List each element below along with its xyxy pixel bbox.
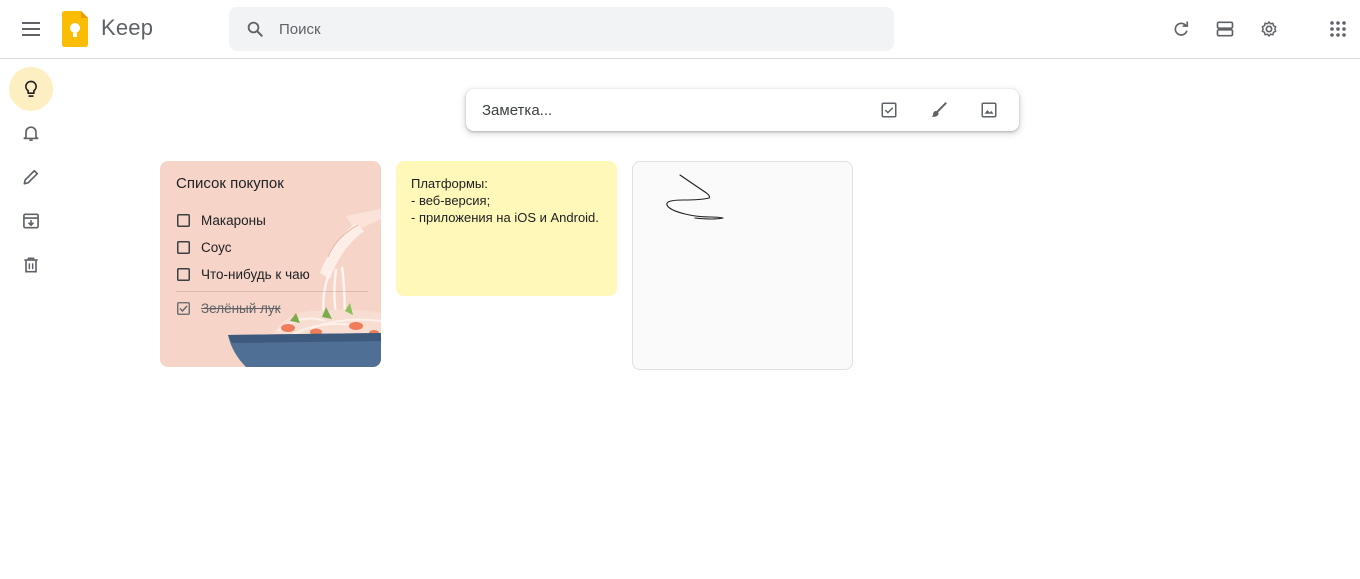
checklist-item-label: Зелёный лук bbox=[201, 300, 281, 316]
search-icon bbox=[247, 21, 263, 37]
list-view-icon bbox=[1216, 21, 1234, 37]
trash-icon bbox=[24, 257, 38, 273]
note-title: Список покупок bbox=[176, 175, 284, 192]
checklist-item-label: Макароны bbox=[201, 212, 266, 228]
lightbulb-icon bbox=[25, 80, 37, 97]
apps-grid-icon bbox=[1330, 21, 1346, 37]
note-card-shopping-list[interactable]: Список покупок Макароны Соус Что-нибудь … bbox=[160, 161, 381, 367]
app-title[interactable]: Keep bbox=[101, 15, 153, 41]
sidebar-item-notes[interactable] bbox=[9, 67, 53, 111]
checked-items-divider bbox=[176, 291, 368, 292]
checklist-item-label: Что-нибудь к чаю bbox=[201, 266, 310, 282]
settings-button[interactable] bbox=[1249, 9, 1289, 49]
main-menu-button[interactable] bbox=[11, 9, 51, 49]
checklist-item-label: Соус bbox=[201, 239, 232, 255]
sidebar-item-archive[interactable] bbox=[9, 199, 53, 243]
take-note-placeholder[interactable]: Заметка... bbox=[482, 102, 869, 119]
sidebar-item-trash[interactable] bbox=[9, 243, 53, 287]
hamburger-icon bbox=[22, 22, 40, 36]
checked-checkbox-icon[interactable] bbox=[176, 301, 190, 315]
handwritten-drawing bbox=[666, 174, 724, 220]
gear-icon bbox=[1261, 21, 1277, 37]
take-note-bar[interactable]: Заметка... bbox=[466, 89, 1019, 131]
pencil-icon bbox=[23, 169, 39, 185]
note-body: Платформы: - веб-версия; - приложения на… bbox=[411, 175, 599, 226]
navigation-sidebar bbox=[0, 59, 64, 579]
checklist-item[interactable]: Соус bbox=[176, 237, 231, 257]
search-button[interactable] bbox=[235, 9, 275, 49]
note-card-drawing[interactable] bbox=[632, 161, 853, 370]
image-icon bbox=[981, 102, 997, 118]
checklist-item-checked[interactable]: Зелёный лук bbox=[176, 298, 281, 318]
brush-icon bbox=[931, 102, 947, 117]
archive-icon bbox=[23, 213, 39, 229]
bell-icon bbox=[23, 126, 39, 141]
unchecked-checkbox-icon[interactable] bbox=[176, 240, 190, 254]
search-bar[interactable] bbox=[229, 7, 894, 51]
checkbox-icon bbox=[881, 102, 897, 118]
new-list-button[interactable] bbox=[869, 90, 909, 130]
note-line: - приложения на iOS и Android. bbox=[411, 210, 599, 225]
list-view-toggle-button[interactable] bbox=[1205, 9, 1245, 49]
note-line: Платформы: bbox=[411, 176, 488, 191]
unchecked-checkbox-icon[interactable] bbox=[176, 213, 190, 227]
google-apps-button[interactable] bbox=[1318, 9, 1358, 49]
checklist-item[interactable]: Макароны bbox=[176, 210, 266, 230]
sidebar-item-reminders[interactable] bbox=[9, 111, 53, 155]
keep-logo-icon[interactable] bbox=[62, 11, 88, 47]
sidebar-item-edit-labels[interactable] bbox=[9, 155, 53, 199]
checklist-item[interactable]: Что-нибудь к чаю bbox=[176, 264, 310, 284]
note-line: - веб-версия; bbox=[411, 193, 491, 208]
refresh-button[interactable] bbox=[1161, 9, 1201, 49]
new-image-note-button[interactable] bbox=[969, 90, 1009, 130]
refresh-icon bbox=[1174, 21, 1189, 36]
note-card-platforms[interactable]: Платформы: - веб-версия; - приложения на… bbox=[396, 161, 617, 296]
new-drawing-button[interactable] bbox=[919, 90, 959, 130]
unchecked-checkbox-icon[interactable] bbox=[176, 267, 190, 281]
top-app-bar: Keep bbox=[0, 0, 1360, 59]
search-input[interactable] bbox=[279, 20, 859, 38]
